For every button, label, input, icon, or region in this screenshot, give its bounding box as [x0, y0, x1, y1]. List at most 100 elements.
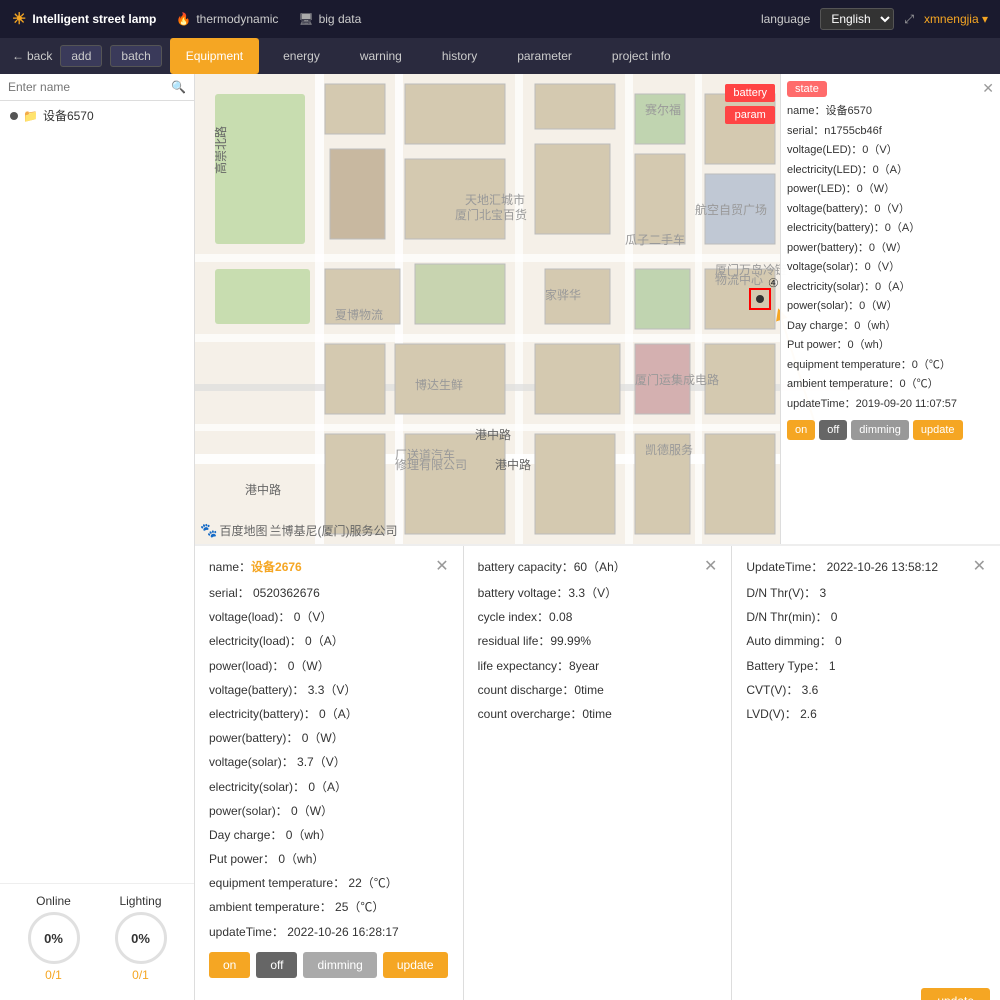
- battery-info-panel: battery capacity：60（Ah） ✕ battery voltag…: [464, 546, 733, 1000]
- lighting-percent: 0%: [131, 931, 150, 946]
- tab-warning[interactable]: warning: [344, 38, 418, 74]
- search-icon[interactable]: 🔍: [171, 80, 186, 94]
- tree-item-label: 设备6570: [43, 107, 94, 124]
- p1-serial: serial： 0520362676: [209, 584, 449, 603]
- panel3-top: UpdateTime： 2022-10-26 13:58:12 ✕: [746, 556, 986, 576]
- p1-on-button[interactable]: on: [209, 952, 250, 978]
- bigdata-nav[interactable]: 🖥 big data: [298, 12, 361, 26]
- lighting-label: Lighting: [115, 894, 167, 908]
- back-label: back: [27, 49, 52, 63]
- p1-dimming-button[interactable]: dimming: [303, 952, 376, 978]
- language-label: language: [761, 12, 810, 26]
- online-circle: 0%: [28, 912, 80, 964]
- svg-text:赛尔福: 赛尔福: [645, 102, 681, 117]
- p2-battery-voltage: battery voltage：3.3（V）: [478, 584, 718, 603]
- stats-row: Online 0% 0/1 Lighting 0% 0/1: [10, 894, 184, 982]
- baidu-icon: 🐾: [200, 522, 217, 539]
- lighting-circle: 0%: [115, 912, 167, 964]
- folder-icon: 📁: [23, 109, 38, 123]
- tab-equipment[interactable]: Equipment: [170, 38, 259, 74]
- sidebar: 🔍 📁 设备6570 Online 0% 0/1 Lighting 0%: [0, 74, 195, 1000]
- tab-parameter[interactable]: parameter: [501, 38, 588, 74]
- p3-battery-type: Battery Type： 1: [746, 657, 986, 676]
- p3-dn-thr-min: D/N Thr(min)： 0: [746, 608, 986, 627]
- lighting-stat: Lighting 0% 0/1: [115, 894, 167, 982]
- panel3-close[interactable]: ✕: [973, 556, 986, 576]
- panel2-close[interactable]: ✕: [704, 556, 717, 576]
- map-overlay-buttons: battery param: [725, 84, 775, 124]
- state-electricity-led: electricity(LED)：0（A）: [787, 162, 994, 179]
- p1-update-time: updateTime： 2022-10-26 16:28:17: [209, 923, 449, 942]
- p2-life-expectancy: life expectancy：8year: [478, 657, 718, 676]
- tree-item-device[interactable]: 📁 设备6570: [0, 101, 194, 130]
- add-button[interactable]: add: [60, 45, 102, 67]
- p3-cvt-v: CVT(V)： 3.6: [746, 681, 986, 700]
- arrow-left-icon: ←: [12, 49, 24, 63]
- state-on-button[interactable]: on: [787, 420, 815, 440]
- param-tag-button[interactable]: param: [725, 106, 775, 124]
- panel1-buttons: on off dimming update: [209, 952, 449, 978]
- svg-text:家骅华: 家骅华: [545, 287, 581, 302]
- p2-count-overcharge: count overcharge：0time: [478, 705, 718, 724]
- state-electricity-battery: electricity(battery)：0（A）: [787, 220, 994, 237]
- back-button[interactable]: ← back: [12, 49, 52, 63]
- svg-text:厦门运集成电路: 厦门运集成电路: [635, 372, 719, 387]
- online-count: 0/1: [28, 968, 80, 982]
- language-select[interactable]: English: [820, 8, 894, 30]
- baidu-watermark: 🐾 百度地图 兰博基尼(厦门)服务公司: [200, 522, 397, 539]
- battery-tag-button[interactable]: battery: [725, 84, 775, 102]
- thermodynamic-nav[interactable]: 🔥 thermodynamic: [176, 12, 278, 26]
- search-input[interactable]: [8, 80, 167, 94]
- tab-energy[interactable]: energy: [267, 38, 336, 74]
- svg-text:厦门北宝百货: 厦门北宝百货: [455, 207, 527, 222]
- p1-update-button[interactable]: update: [383, 952, 448, 978]
- state-panel-buttons: on off dimming update: [787, 420, 994, 440]
- monitor-icon: 🖥: [298, 12, 313, 26]
- state-update-button[interactable]: update: [913, 420, 963, 440]
- state-panel-close[interactable]: ✕: [982, 80, 994, 97]
- state-update-time: updateTime：2019-09-20 11:07:57: [787, 396, 994, 413]
- map-background[interactable]: 港中路 港中路 港中路 高崇北路 航空自贸广场 家骅华 天地汇城市 厦门北宝百货…: [195, 74, 1000, 544]
- top-nav-right: language English ⤢ xmnengjia ▾: [761, 8, 988, 30]
- p2-cycle-index: cycle index：0.08: [478, 608, 718, 627]
- svg-text:港中路: 港中路: [495, 457, 531, 472]
- p1-electricity-solar: electricity(solar)： 0（A）: [209, 778, 449, 797]
- panel3-title: UpdateTime： 2022-10-26 13:58:12: [746, 558, 938, 575]
- device-info-panel: name：设备2676 ✕ serial： 0520362676 voltage…: [195, 546, 464, 1000]
- state-button[interactable]: state: [787, 81, 827, 97]
- expand-icon[interactable]: ⤢: [904, 12, 914, 27]
- batch-button[interactable]: batch: [110, 45, 161, 67]
- state-dimming-button[interactable]: dimming: [851, 420, 909, 440]
- top-nav: ☀ Intelligent street lamp 🔥 thermodynami…: [0, 0, 1000, 38]
- svg-text:航空自贸广场: 航空自贸广场: [695, 202, 767, 217]
- state-off-button[interactable]: off: [819, 420, 847, 440]
- p1-ambient-temp: ambient temperature： 25（℃）: [209, 898, 449, 917]
- panel1-close[interactable]: ✕: [435, 556, 448, 576]
- panel1-name-label: name：: [209, 560, 251, 574]
- tab-history[interactable]: history: [426, 38, 493, 74]
- state-panel-header: state ✕: [787, 80, 994, 97]
- p1-off-button[interactable]: off: [256, 952, 297, 978]
- svg-text:港中路: 港中路: [245, 482, 281, 497]
- p1-voltage-battery: voltage(battery)： 3.3（V）: [209, 681, 449, 700]
- p2-residual-life: residual life：99.99%: [478, 632, 718, 651]
- p3-update-button[interactable]: update: [921, 988, 990, 1000]
- online-label: Online: [28, 894, 80, 908]
- sun-icon: ☀: [12, 9, 26, 29]
- thermodynamic-label: thermodynamic: [196, 12, 278, 26]
- bigdata-label: big data: [319, 12, 362, 26]
- panel1-top: name：设备2676 ✕: [209, 556, 449, 576]
- svg-text:凯德服务: 凯德服务: [645, 442, 693, 457]
- param-info-panel: UpdateTime： 2022-10-26 13:58:12 ✕ D/N Th…: [732, 546, 1000, 1000]
- p3-auto-dimming: Auto dimming： 0: [746, 632, 986, 651]
- second-nav: ← back add batch Equipment energy warnin…: [0, 38, 1000, 74]
- state-equip-temp: equipment temperature：0（℃）: [787, 357, 994, 374]
- online-percent: 0%: [44, 931, 63, 946]
- tab-project-info[interactable]: project info: [596, 38, 687, 74]
- lighting-count: 0/1: [115, 968, 167, 982]
- stats-area: Online 0% 0/1 Lighting 0% 0/1: [0, 883, 194, 1000]
- online-stat: Online 0% 0/1: [28, 894, 80, 982]
- state-name: name：设备6570: [787, 103, 994, 120]
- user-menu[interactable]: xmnengjia ▾: [924, 12, 988, 26]
- svg-text:瓜子二手车: 瓜子二手车: [625, 232, 685, 247]
